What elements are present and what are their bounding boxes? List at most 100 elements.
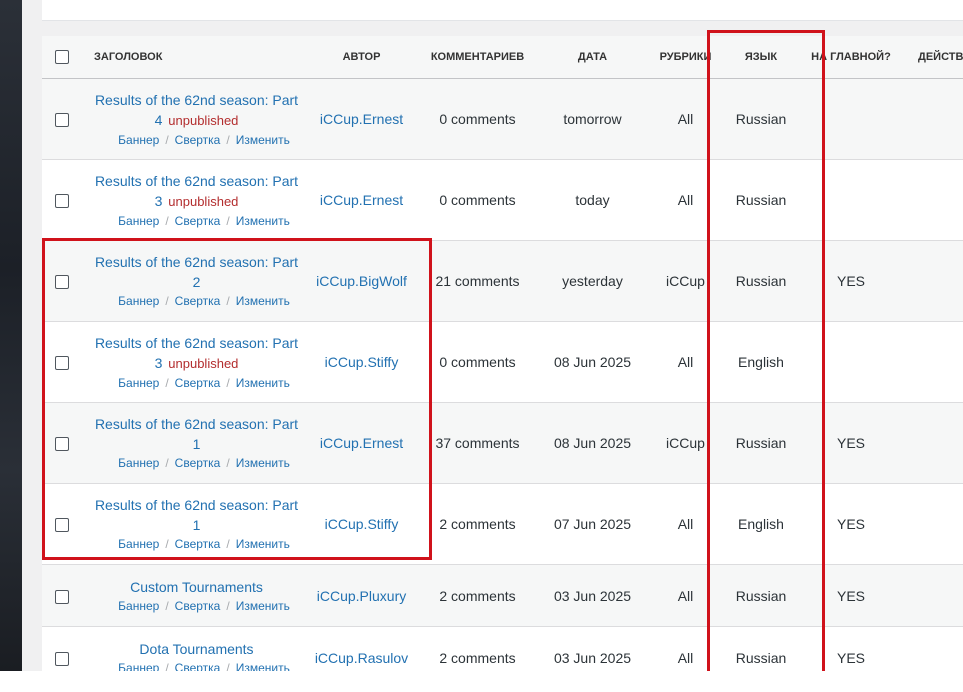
banner-link[interactable]: Баннер: [118, 537, 159, 551]
author-link[interactable]: iCCup.Ernest: [320, 111, 403, 127]
row-actions: Баннер / Свертка / Изменить: [94, 131, 314, 149]
row-language-cell: English: [732, 483, 790, 565]
edit-link[interactable]: Изменить: [236, 456, 290, 470]
row-title-cell: Custom Tournaments Баннер / Свертка / Изменит…: [82, 564, 314, 627]
row-select-cell: [42, 159, 82, 241]
post-title-link[interactable]: Results of the 62nd season: Part 4 unpub…: [94, 90, 299, 131]
posts-table: Заголовок Автор Комментариев Дата Рубрик…: [42, 36, 963, 671]
row-language-cell: Russian: [732, 402, 790, 484]
row-actions: Баннер / Свертка / Изменить: [94, 374, 314, 392]
row-checkbox[interactable]: [55, 651, 69, 666]
select-all-checkbox[interactable]: [55, 50, 69, 64]
row-featured-cell: YES: [790, 240, 912, 322]
row-checkbox[interactable]: [55, 589, 69, 604]
row-checkbox[interactable]: [55, 356, 69, 371]
post-title-link[interactable]: Custom Tournaments: [94, 577, 299, 597]
collapse-link[interactable]: Свертка: [175, 661, 221, 672]
edit-link[interactable]: Изменить: [236, 376, 290, 390]
row-category-cell: All: [639, 564, 732, 627]
column-header-title[interactable]: Заголовок: [82, 36, 314, 79]
post-title-link[interactable]: Results of the 62nd season: Part 1: [94, 414, 299, 454]
edit-link[interactable]: Изменить: [236, 294, 290, 308]
row-title-cell: Results of the 62nd season: Part 4 unpub…: [82, 78, 314, 160]
column-header-date[interactable]: Дата: [546, 36, 639, 79]
background-strip: [0, 0, 22, 671]
post-title-link[interactable]: Dota Tournaments: [94, 639, 299, 659]
table-row: Results of the 62nd season: Part 1 Баннер…: [42, 483, 963, 565]
row-comments-cell: 0 comments: [409, 159, 546, 241]
row-comments-cell: 2 comments: [409, 626, 546, 671]
row-action-separator: /: [226, 660, 230, 672]
author-link[interactable]: iCCup.Ernest: [320, 435, 403, 451]
collapse-link[interactable]: Свертка: [175, 599, 221, 613]
row-select-cell: [42, 402, 82, 484]
edit-link[interactable]: Изменить: [236, 133, 290, 147]
row-actions-cell: [912, 564, 963, 627]
row-category-cell: All: [639, 321, 732, 403]
column-header-author[interactable]: Автор: [314, 36, 409, 79]
collapse-link[interactable]: Свертка: [175, 456, 221, 470]
edit-link[interactable]: Изменить: [236, 599, 290, 613]
row-comments-cell: 2 comments: [409, 564, 546, 627]
row-action-separator: /: [165, 375, 169, 390]
banner-link[interactable]: Баннер: [118, 456, 159, 470]
row-action-separator: /: [165, 537, 169, 551]
edit-link[interactable]: Изменить: [236, 214, 290, 228]
post-title[interactable]: Results of the 62nd season: Part 1: [95, 416, 298, 452]
row-checkbox[interactable]: [55, 437, 69, 452]
column-header-actions: Действ: [912, 36, 963, 79]
banner-link[interactable]: Баннер: [118, 214, 159, 228]
banner-link[interactable]: Баннер: [118, 294, 159, 308]
row-checkbox[interactable]: [55, 194, 69, 209]
row-date-cell: tomorrow: [546, 78, 639, 160]
banner-link[interactable]: Баннер: [118, 661, 159, 672]
edit-link[interactable]: Изменить: [236, 661, 290, 672]
table-row: Custom Tournaments Баннер / Свертка / Изменит…: [42, 564, 963, 627]
row-title-cell: Results of the 62nd season: Part 1 Баннер…: [82, 483, 314, 565]
banner-link[interactable]: Баннер: [118, 133, 159, 147]
post-title[interactable]: Results of the 62nd season: Part 2: [95, 254, 298, 290]
row-comments-cell: 2 comments: [409, 483, 546, 565]
author-link[interactable]: iCCup.Ernest: [320, 192, 403, 208]
post-title-link[interactable]: Results of the 62nd season: Part 3 unpub…: [94, 171, 299, 212]
row-select-cell: [42, 240, 82, 322]
row-date-cell: 03 Jun 2025: [546, 564, 639, 627]
post-title-link[interactable]: Results of the 62nd season: Part 2: [94, 252, 299, 292]
collapse-link[interactable]: Свертка: [175, 376, 221, 390]
author-link[interactable]: iCCup.BigWolf: [316, 273, 407, 289]
row-category-cell: iCCup: [639, 402, 732, 484]
collapse-link[interactable]: Свертка: [175, 537, 221, 551]
author-link[interactable]: iCCup.Rasulov: [315, 650, 408, 666]
column-header-comments[interactable]: Комментариев: [409, 36, 546, 79]
banner-link[interactable]: Баннер: [118, 376, 159, 390]
row-language-cell: English: [732, 321, 790, 403]
author-link[interactable]: iCCup.Stiffy: [325, 516, 399, 532]
collapse-link[interactable]: Свертка: [175, 294, 221, 308]
row-checkbox[interactable]: [55, 113, 69, 128]
row-select-cell: [42, 78, 82, 160]
row-actions: Баннер / Свертка / Изменить: [94, 292, 314, 310]
top-bar: [42, 0, 963, 21]
post-title[interactable]: Custom Tournaments: [130, 579, 263, 595]
row-checkbox[interactable]: [55, 275, 69, 290]
post-title-link[interactable]: Results of the 62nd season: Part 3 unpub…: [94, 333, 299, 374]
banner-link[interactable]: Баннер: [118, 599, 159, 613]
row-comments-cell: 21 comments: [409, 240, 546, 322]
edit-link[interactable]: Изменить: [236, 537, 290, 551]
author-link[interactable]: iCCup.Stiffy: [325, 354, 399, 370]
post-title-link[interactable]: Results of the 62nd season: Part 1: [94, 495, 299, 535]
row-action-separator: /: [226, 598, 230, 613]
collapse-link[interactable]: Свертка: [175, 133, 221, 147]
author-link[interactable]: iCCup.Pluxury: [317, 588, 406, 604]
row-date-cell: yesterday: [546, 240, 639, 322]
row-actions-cell: [912, 240, 963, 322]
row-featured-cell: YES: [790, 483, 912, 565]
post-title[interactable]: Dota Tournaments: [139, 641, 253, 657]
row-title-cell: Results of the 62nd season: Part 3 unpub…: [82, 159, 314, 241]
post-title[interactable]: Results of the 62nd season: Part 1: [95, 497, 298, 533]
collapse-link[interactable]: Свертка: [175, 214, 221, 228]
row-featured-cell: YES: [790, 402, 912, 484]
row-action-separator: /: [226, 213, 230, 228]
row-action-separator: /: [165, 294, 169, 308]
row-checkbox[interactable]: [55, 518, 69, 533]
